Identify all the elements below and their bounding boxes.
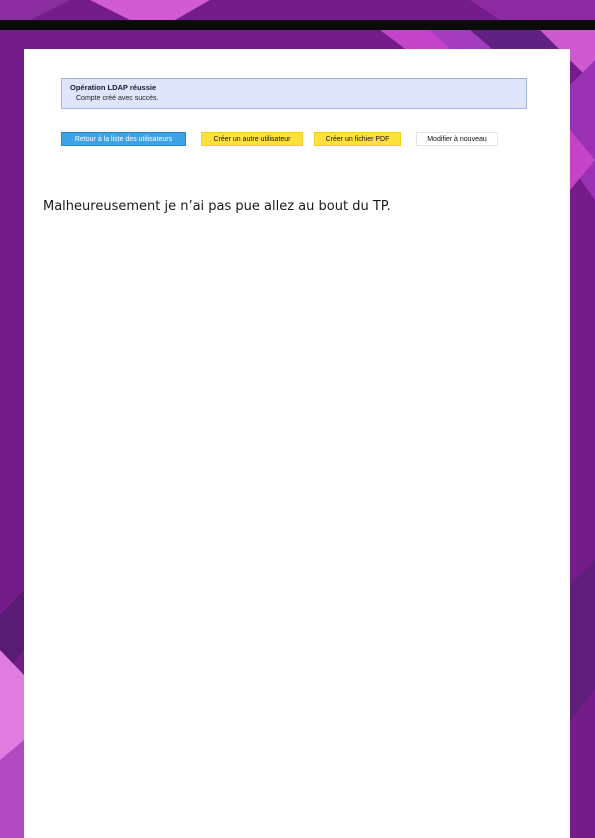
notice-title: Opération LDAP réussie — [70, 83, 157, 92]
notice-message: Compte créé avec succès. — [76, 95, 159, 102]
top-bar — [0, 20, 595, 30]
page-background: Opération LDAP réussie Compte créé avec … — [0, 0, 595, 838]
document-page: Opération LDAP réussie Compte créé avec … — [24, 49, 570, 838]
create-pdf-button[interactable]: Créer un fichier PDF — [314, 132, 401, 146]
edit-again-button[interactable]: Modifier à nouveau — [416, 132, 498, 146]
success-notice: Opération LDAP réussie Compte créé avec … — [61, 78, 527, 109]
back-to-users-button[interactable]: Retour à la liste des utilisateurs — [61, 132, 186, 146]
create-another-user-button[interactable]: Créer un autre utilisateur — [201, 132, 303, 146]
body-text: Malheureusement je n’ai pas pue allez au… — [43, 199, 391, 214]
